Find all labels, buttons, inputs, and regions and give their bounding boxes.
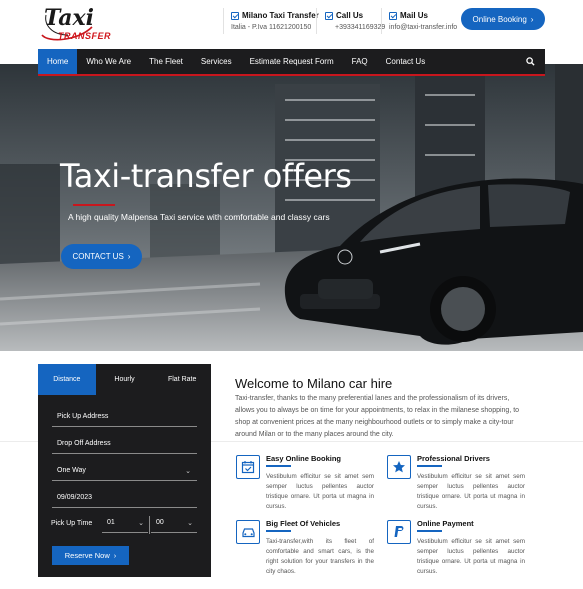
nav-item-the-fleet[interactable]: The Fleet xyxy=(140,49,192,74)
hero-title: Taxi-transfer offers xyxy=(60,157,352,195)
feature-title-drivers: Professional Drivers xyxy=(417,454,490,463)
tab-flat-rate[interactable]: Flat Rate xyxy=(153,364,211,395)
tab-distance[interactable]: Distance xyxy=(38,364,96,395)
contact-company-title: Milano Taxi Transfer xyxy=(242,11,319,20)
pickup-address-placeholder: Pick Up Address xyxy=(57,413,109,420)
header-divider xyxy=(381,8,382,34)
online-booking-button[interactable]: Online Booking › xyxy=(461,8,545,30)
feature-rule xyxy=(266,465,291,467)
contact-company-sub: Italia - P.Iva 11621200150 xyxy=(231,24,312,31)
feature-text-fleet: Taxi-transfer,with its fleet of comforta… xyxy=(266,538,374,575)
chevron-down-icon: ⌄ xyxy=(185,467,191,475)
time-divider xyxy=(149,516,150,534)
feature-rule xyxy=(417,530,442,532)
nav-item-who-we-are[interactable]: Who We Are xyxy=(77,49,140,74)
contact-mail: Mail Us info@taxi-transfer.info xyxy=(389,11,457,31)
pickup-address-input[interactable]: Pick Up Address xyxy=(52,407,197,427)
header-divider xyxy=(316,8,317,34)
site-header: Taxi TRANSFER Milano Taxi Transfer Itali… xyxy=(0,0,583,48)
chevron-right-icon: › xyxy=(113,551,117,560)
nav-item-faq[interactable]: FAQ xyxy=(343,49,377,74)
date-value: 09/09/2023 xyxy=(57,494,93,501)
trip-type-select[interactable]: One Way ⌄ xyxy=(52,461,197,481)
tab-hourly[interactable]: Hourly xyxy=(96,364,154,395)
hero-subtitle: A high quality Malpensa Taxi service wit… xyxy=(68,212,330,222)
reserve-now-label: Reserve Now xyxy=(64,551,110,560)
logo-word: Taxi xyxy=(44,5,94,31)
chevron-down-icon: ⌄ xyxy=(138,519,144,527)
contact-us-button[interactable]: CONTACT US › xyxy=(61,244,142,269)
feature-rule xyxy=(266,530,291,532)
check-icon xyxy=(325,11,333,20)
header-divider xyxy=(223,8,224,34)
contact-mail-title: Mail Us xyxy=(400,11,429,20)
minute-value: 00 xyxy=(156,519,164,526)
hour-select[interactable]: 01 ⌄ xyxy=(102,513,148,533)
chevron-right-icon: › xyxy=(530,14,534,24)
online-booking-label: Online Booking xyxy=(472,14,527,24)
chevron-down-icon: ⌄ xyxy=(187,519,193,527)
welcome-text: Taxi-transfer, thanks to the many prefer… xyxy=(235,395,520,438)
hour-value: 01 xyxy=(107,519,115,526)
contact-mail-address[interactable]: info@taxi-transfer.info xyxy=(389,24,457,31)
dropoff-address-input[interactable]: Drop Off Address xyxy=(52,434,197,454)
contact-company: Milano Taxi Transfer Italia - P.Iva 1162… xyxy=(231,11,319,31)
check-icon xyxy=(389,11,397,20)
booking-form: Distance Hourly Flat Rate Pick Up Addres… xyxy=(38,364,211,577)
site-logo[interactable]: Taxi TRANSFER xyxy=(38,5,111,43)
feature-title-booking: Easy Online Booking xyxy=(266,454,342,463)
feature-text-booking: Vestibulum efficitur se sit amet sem sem… xyxy=(266,473,374,510)
nav-item-contact-us[interactable]: Contact Us xyxy=(377,49,435,74)
chevron-right-icon: › xyxy=(127,252,131,261)
welcome-title: Welcome to Milano car hire xyxy=(235,376,393,391)
date-input[interactable]: 09/09/2023 xyxy=(52,488,197,508)
feature-text-payment: Vestibulum efficitur se sit amet sem sem… xyxy=(417,538,525,575)
dropoff-address-placeholder: Drop Off Address xyxy=(57,440,111,447)
reserve-now-button[interactable]: Reserve Now › xyxy=(52,546,129,565)
hero-background-image xyxy=(0,64,583,351)
paypal-icon xyxy=(387,520,411,544)
car-icon xyxy=(236,520,260,544)
feature-text-drivers: Vestibulum efficitur se sit amet sem sem… xyxy=(417,473,525,510)
booking-tabs: Distance Hourly Flat Rate xyxy=(38,364,211,395)
pickup-time-label: Pick Up Time xyxy=(51,520,93,527)
contact-phone-number[interactable]: +393341169329 xyxy=(335,24,385,31)
calendar-check-icon xyxy=(236,455,260,479)
hero-banner: Taxi-transfer offers A high quality Malp… xyxy=(0,64,583,351)
search-icon[interactable] xyxy=(515,49,545,74)
contact-phone-title: Call Us xyxy=(336,11,364,20)
nav-item-home[interactable]: Home xyxy=(38,49,78,74)
trip-type-value: One Way xyxy=(57,467,86,474)
feature-title-payment: Online Payment xyxy=(417,519,474,528)
contact-us-label: CONTACT US xyxy=(72,252,124,261)
nav-item-estimate-request[interactable]: Estimate Request Form xyxy=(241,49,343,74)
star-icon xyxy=(387,455,411,479)
feature-title-fleet: Big Fleet Of Vehicles xyxy=(266,519,341,528)
logo-subword: TRANSFER xyxy=(58,31,111,41)
nav-item-services[interactable]: Services xyxy=(192,49,241,74)
hero-title-rule xyxy=(73,204,115,206)
check-icon xyxy=(231,11,239,20)
feature-rule xyxy=(417,465,442,467)
main-navigation: Home Who We Are The Fleet Services Estim… xyxy=(38,49,545,76)
minute-select[interactable]: 00 ⌄ xyxy=(151,513,197,533)
contact-phone: Call Us +393341169329 xyxy=(325,11,385,31)
